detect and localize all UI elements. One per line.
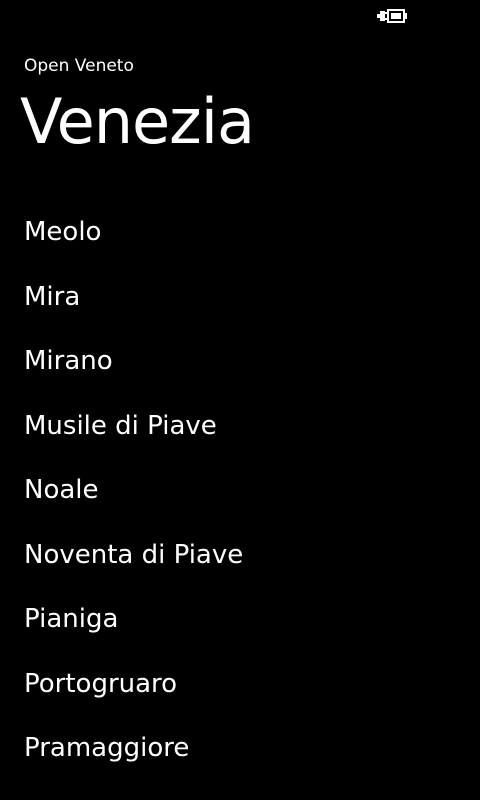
- list-item-label: Pramaggiore: [24, 733, 190, 763]
- list-item-label: Mira: [24, 281, 81, 312]
- list-item[interactable]: Meolo: [0, 200, 480, 265]
- list-item[interactable]: Mirano: [0, 329, 480, 394]
- list-item-label: Noale: [24, 475, 99, 505]
- list-item-label: Musile di Piave: [24, 410, 217, 441]
- list-item-label: Pianiga: [24, 604, 119, 634]
- list-item[interactable]: Pramaggiore: [0, 716, 480, 781]
- list-item-label: Meolo: [24, 217, 102, 247]
- list-item-label: Noventa di Piave: [24, 539, 244, 570]
- page-title: Venezia: [20, 85, 255, 158]
- list-item[interactable]: Mira: [0, 265, 480, 330]
- list-item[interactable]: Noventa di Piave: [0, 523, 480, 588]
- app-title: Open Veneto: [24, 56, 134, 76]
- list-item[interactable]: Noale: [0, 458, 480, 523]
- list-item-label: Portogruaro: [24, 668, 178, 699]
- municipality-list: Meolo Mira Mirano Musile di Piave Noale …: [0, 200, 480, 781]
- status-bar: [0, 0, 480, 32]
- list-item-label: Mirano: [24, 346, 113, 376]
- list-item[interactable]: Portogruaro: [0, 652, 480, 717]
- list-item[interactable]: Pianiga: [0, 587, 480, 652]
- list-item[interactable]: Musile di Piave: [0, 394, 480, 459]
- battery-charging-icon: [377, 9, 407, 23]
